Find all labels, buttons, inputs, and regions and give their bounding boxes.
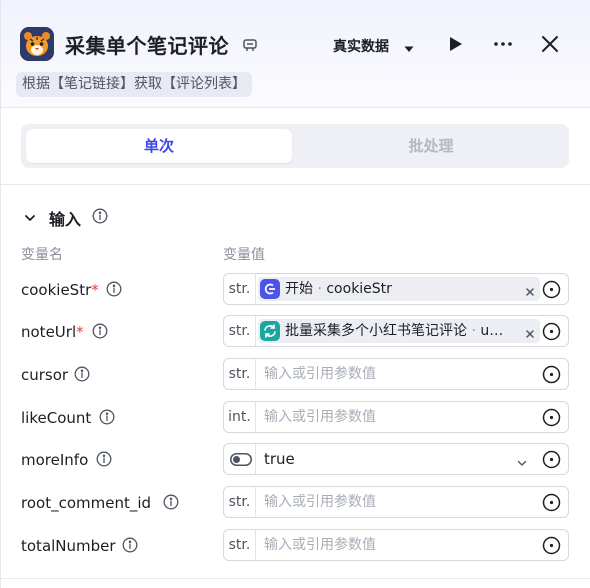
reference-text: 开始 · cookieStr bbox=[285, 281, 392, 297]
toggle-icon bbox=[230, 453, 252, 466]
loop-node-icon bbox=[260, 321, 280, 341]
node-panel: 采集单个笔记评论 真实数据 根据【笔记链接】获取【评论列表】 单次 批处理 输入… bbox=[0, 0, 590, 588]
run-button[interactable] bbox=[444, 33, 466, 55]
node-description: 根据【笔记链接】获取【评论列表】 bbox=[16, 72, 252, 97]
type-tag: str. bbox=[224, 274, 256, 304]
clear-reference-icon[interactable] bbox=[524, 325, 536, 338]
value-input-placeholder[interactable]: 输入或引用参数值 bbox=[264, 359, 376, 389]
param-field-cookiestr[interactable]: str. 开始 · cookieStr bbox=[223, 273, 569, 305]
type-tag: str. bbox=[224, 359, 256, 389]
section-divider bbox=[1, 184, 590, 185]
type-tag: str. bbox=[224, 487, 256, 517]
node-title: 采集单个笔记评论 bbox=[65, 34, 229, 58]
param-field-root-comment-id[interactable]: str. 输入或引用参数值 bbox=[223, 486, 569, 518]
clear-reference-icon[interactable] bbox=[524, 283, 536, 296]
variable-picker-icon[interactable] bbox=[542, 536, 561, 555]
boolean-type-tag bbox=[224, 444, 256, 474]
tab-batch[interactable]: 批处理 bbox=[297, 129, 565, 163]
param-label-cursor: cursor bbox=[21, 366, 69, 384]
type-tag: str. bbox=[224, 316, 256, 346]
run-mode-tabs: 单次 批处理 bbox=[21, 124, 569, 168]
param-field-totalnumber[interactable]: str. 输入或引用参数值 bbox=[223, 529, 569, 561]
variable-picker-icon[interactable] bbox=[542, 450, 561, 469]
info-icon[interactable] bbox=[163, 494, 179, 510]
variable-picker-icon[interactable] bbox=[542, 280, 561, 299]
param-field-cursor[interactable]: str. 输入或引用参数值 bbox=[223, 358, 569, 390]
param-label-noteurl: noteUrl* bbox=[21, 323, 84, 341]
caret-down-icon[interactable] bbox=[403, 40, 415, 52]
type-tag: int. bbox=[224, 402, 256, 432]
param-label-cookiestr: cookieStr* bbox=[21, 281, 99, 299]
value-input-placeholder[interactable]: 输入或引用参数值 bbox=[264, 530, 376, 560]
variable-picker-icon[interactable] bbox=[542, 365, 561, 384]
reference-text: 批量采集多个小红书笔记评论 · u… bbox=[285, 323, 504, 339]
variable-picker-icon[interactable] bbox=[542, 322, 561, 341]
param-label-moreinfo: moreInfo bbox=[21, 451, 89, 469]
param-field-moreinfo[interactable]: true bbox=[223, 443, 569, 475]
reference-chip[interactable]: 批量采集多个小红书笔记评论 · u… bbox=[258, 319, 540, 343]
plugin-badge-icon[interactable] bbox=[241, 36, 259, 54]
info-icon[interactable] bbox=[96, 451, 112, 467]
tiger-logo-icon bbox=[20, 27, 54, 61]
info-icon[interactable] bbox=[74, 366, 90, 382]
param-field-noteurl[interactable]: str. 批量采集多个小红书笔记评论 · u… bbox=[223, 315, 569, 347]
column-header-value: 变量值 bbox=[223, 247, 265, 263]
variable-picker-icon[interactable] bbox=[542, 408, 561, 427]
required-mark: * bbox=[91, 281, 99, 299]
input-section-title[interactable]: 输入 bbox=[49, 206, 81, 230]
value-input-placeholder[interactable]: 输入或引用参数值 bbox=[264, 402, 376, 432]
info-icon[interactable] bbox=[92, 323, 108, 339]
chevron-down-icon[interactable] bbox=[516, 454, 528, 466]
info-icon[interactable] bbox=[106, 281, 122, 297]
chevron-down-icon[interactable] bbox=[23, 210, 37, 224]
variable-picker-icon[interactable] bbox=[542, 493, 561, 512]
param-label-root-comment-id: root_comment_id bbox=[21, 494, 152, 512]
tab-single[interactable]: 单次 bbox=[26, 129, 292, 163]
mode-selector[interactable]: 真实数据 bbox=[333, 36, 389, 56]
start-node-icon bbox=[260, 279, 280, 299]
close-icon[interactable] bbox=[539, 33, 561, 55]
section-divider bbox=[1, 578, 590, 579]
info-icon[interactable] bbox=[92, 208, 108, 224]
param-label-likecount: likeCount bbox=[21, 409, 92, 427]
param-field-likecount[interactable]: int. 输入或引用参数值 bbox=[223, 401, 569, 433]
reference-chip[interactable]: 开始 · cookieStr bbox=[258, 277, 540, 301]
value-input-placeholder[interactable]: 输入或引用参数值 bbox=[264, 487, 376, 517]
required-mark: * bbox=[76, 323, 84, 341]
more-icon[interactable] bbox=[492, 33, 514, 55]
select-value[interactable]: true bbox=[264, 444, 295, 474]
panel-header: 采集单个笔记评论 真实数据 根据【笔记链接】获取【评论列表】 bbox=[1, 0, 590, 108]
type-tag: str. bbox=[224, 530, 256, 560]
info-icon[interactable] bbox=[122, 537, 138, 553]
info-icon[interactable] bbox=[99, 409, 115, 425]
column-header-name: 变量名 bbox=[21, 247, 63, 263]
param-label-totalnumber: totalNumber bbox=[21, 537, 116, 555]
